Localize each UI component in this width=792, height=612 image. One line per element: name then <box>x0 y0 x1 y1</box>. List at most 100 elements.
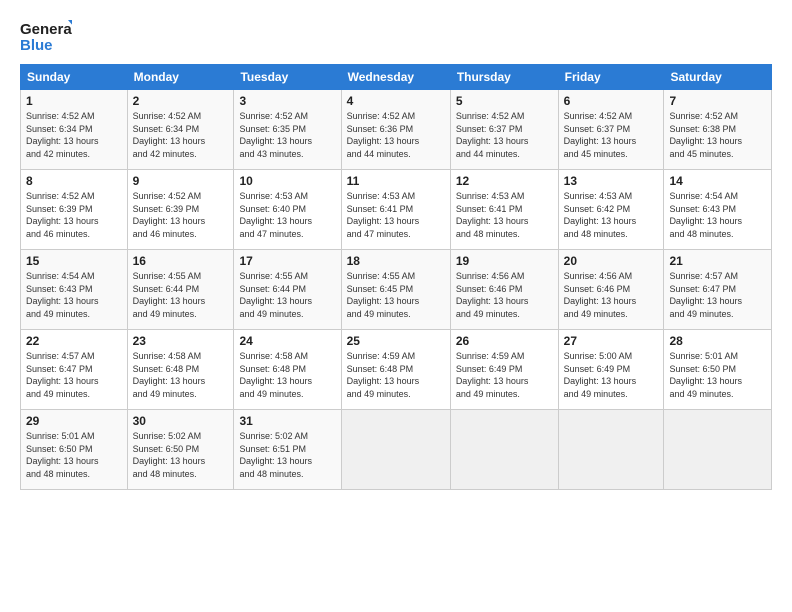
day-detail: Sunrise: 4:56 AM Sunset: 6:46 PM Dayligh… <box>564 270 659 320</box>
day-number: 1 <box>26 94 122 108</box>
day-number: 12 <box>456 174 553 188</box>
day-number: 25 <box>347 334 445 348</box>
day-detail: Sunrise: 4:57 AM Sunset: 6:47 PM Dayligh… <box>26 350 122 400</box>
calendar-cell: 30Sunrise: 5:02 AM Sunset: 6:50 PM Dayli… <box>127 410 234 490</box>
calendar-cell: 5 Sunrise: 4:52 AM Sunset: 6:37 PM Daylig… <box>450 90 558 170</box>
calendar-cell: 31 Sunrise: 5:02 AM Sunset: 6:51 PM Dayli… <box>234 410 341 490</box>
calendar-cell: 9 Sunrise: 4:52 AM Sunset: 6:39 PM Daylig… <box>127 170 234 250</box>
logo-svg: General Blue <box>20 16 72 56</box>
day-number: 14 <box>669 174 766 188</box>
day-detail: Sunrise: 4:53 AM Sunset: 6:41 PM Dayligh… <box>347 190 445 240</box>
calendar-cell: 8Sunrise: 4:52 AM Sunset: 6:39 PM Daylig… <box>21 170 128 250</box>
day-detail: Sunrise: 4:52 AM Sunset: 6:35 PM Dayligh… <box>239 110 335 160</box>
calendar-cell: 24Sunrise: 4:58 AM Sunset: 6:48 PM Dayli… <box>234 330 341 410</box>
calendar-cell: 12 Sunrise: 4:53 AM Sunset: 6:41 PM Dayli… <box>450 170 558 250</box>
day-number: 19 <box>456 254 553 268</box>
calendar-cell: 22 Sunrise: 4:57 AM Sunset: 6:47 PM Dayli… <box>21 330 128 410</box>
day-number: 27 <box>564 334 659 348</box>
day-detail: Sunrise: 5:02 AM Sunset: 6:50 PM Dayligh… <box>133 430 229 480</box>
calendar-cell: 26 Sunrise: 4:59 AM Sunset: 6:49 PM Dayli… <box>450 330 558 410</box>
day-number: 3 <box>239 94 335 108</box>
day-detail: Sunrise: 4:55 AM Sunset: 6:44 PM Dayligh… <box>239 270 335 320</box>
logo: General Blue <box>20 16 72 56</box>
day-number: 16 <box>133 254 229 268</box>
day-detail: Sunrise: 5:01 AM Sunset: 6:50 PM Dayligh… <box>26 430 122 480</box>
svg-text:Blue: Blue <box>20 37 53 54</box>
day-number: 9 <box>133 174 229 188</box>
calendar-cell: 27 Sunrise: 5:00 AM Sunset: 6:49 PM Dayli… <box>558 330 664 410</box>
day-detail: Sunrise: 4:52 AM Sunset: 6:38 PM Dayligh… <box>669 110 766 160</box>
day-detail: Sunrise: 4:52 AM Sunset: 6:34 PM Dayligh… <box>133 110 229 160</box>
day-number: 28 <box>669 334 766 348</box>
day-detail: Sunrise: 5:02 AM Sunset: 6:51 PM Dayligh… <box>239 430 335 480</box>
day-detail: Sunrise: 5:00 AM Sunset: 6:49 PM Dayligh… <box>564 350 659 400</box>
day-detail: Sunrise: 4:59 AM Sunset: 6:48 PM Dayligh… <box>347 350 445 400</box>
calendar-cell <box>558 410 664 490</box>
svg-text:General: General <box>20 21 72 38</box>
day-detail: Sunrise: 4:52 AM Sunset: 6:37 PM Dayligh… <box>564 110 659 160</box>
day-detail: Sunrise: 4:55 AM Sunset: 6:45 PM Dayligh… <box>347 270 445 320</box>
day-number: 23 <box>133 334 229 348</box>
calendar-cell <box>450 410 558 490</box>
day-detail: Sunrise: 4:52 AM Sunset: 6:37 PM Dayligh… <box>456 110 553 160</box>
day-detail: Sunrise: 4:55 AM Sunset: 6:44 PM Dayligh… <box>133 270 229 320</box>
calendar-cell: 18 Sunrise: 4:55 AM Sunset: 6:45 PM Dayli… <box>341 250 450 330</box>
day-number: 10 <box>239 174 335 188</box>
day-detail: Sunrise: 4:57 AM Sunset: 6:47 PM Dayligh… <box>669 270 766 320</box>
calendar-cell: 7 Sunrise: 4:52 AM Sunset: 6:38 PM Daylig… <box>664 90 772 170</box>
weekday-saturday: Saturday <box>664 65 772 90</box>
day-number: 18 <box>347 254 445 268</box>
calendar-cell: 4Sunrise: 4:52 AM Sunset: 6:36 PM Daylig… <box>341 90 450 170</box>
calendar-cell: 6Sunrise: 4:52 AM Sunset: 6:37 PM Daylig… <box>558 90 664 170</box>
day-number: 5 <box>456 94 553 108</box>
day-detail: Sunrise: 4:53 AM Sunset: 6:40 PM Dayligh… <box>239 190 335 240</box>
day-number: 2 <box>133 94 229 108</box>
page-header: General Blue <box>20 16 772 56</box>
weekday-thursday: Thursday <box>450 65 558 90</box>
calendar-cell: 10 Sunrise: 4:53 AM Sunset: 6:40 PM Dayli… <box>234 170 341 250</box>
day-number: 7 <box>669 94 766 108</box>
day-number: 15 <box>26 254 122 268</box>
calendar-cell: 13 Sunrise: 4:53 AM Sunset: 6:42 PM Dayli… <box>558 170 664 250</box>
day-detail: Sunrise: 4:59 AM Sunset: 6:49 PM Dayligh… <box>456 350 553 400</box>
day-number: 26 <box>456 334 553 348</box>
calendar-week-5: 29 Sunrise: 5:01 AM Sunset: 6:50 PM Dayli… <box>21 410 772 490</box>
day-detail: Sunrise: 5:01 AM Sunset: 6:50 PM Dayligh… <box>669 350 766 400</box>
calendar-cell: 20 Sunrise: 4:56 AM Sunset: 6:46 PM Dayli… <box>558 250 664 330</box>
weekday-tuesday: Tuesday <box>234 65 341 90</box>
calendar-cell: 14 Sunrise: 4:54 AM Sunset: 6:43 PM Dayli… <box>664 170 772 250</box>
day-detail: Sunrise: 4:52 AM Sunset: 6:36 PM Dayligh… <box>347 110 445 160</box>
day-detail: Sunrise: 4:58 AM Sunset: 6:48 PM Dayligh… <box>133 350 229 400</box>
calendar-week-4: 22 Sunrise: 4:57 AM Sunset: 6:47 PM Dayli… <box>21 330 772 410</box>
day-detail: Sunrise: 4:54 AM Sunset: 6:43 PM Dayligh… <box>669 190 766 240</box>
calendar-cell: 25 Sunrise: 4:59 AM Sunset: 6:48 PM Dayli… <box>341 330 450 410</box>
day-number: 22 <box>26 334 122 348</box>
weekday-header-row: SundayMondayTuesdayWednesdayThursdayFrid… <box>21 65 772 90</box>
day-number: 13 <box>564 174 659 188</box>
day-detail: Sunrise: 4:54 AM Sunset: 6:43 PM Dayligh… <box>26 270 122 320</box>
day-detail: Sunrise: 4:53 AM Sunset: 6:41 PM Dayligh… <box>456 190 553 240</box>
day-detail: Sunrise: 4:52 AM Sunset: 6:34 PM Dayligh… <box>26 110 122 160</box>
day-number: 17 <box>239 254 335 268</box>
calendar-cell: 16 Sunrise: 4:55 AM Sunset: 6:44 PM Dayli… <box>127 250 234 330</box>
calendar-week-3: 15 Sunrise: 4:54 AM Sunset: 6:43 PM Dayli… <box>21 250 772 330</box>
calendar-cell: 2 Sunrise: 4:52 AM Sunset: 6:34 PM Daylig… <box>127 90 234 170</box>
weekday-wednesday: Wednesday <box>341 65 450 90</box>
calendar-cell: 11 Sunrise: 4:53 AM Sunset: 6:41 PM Dayli… <box>341 170 450 250</box>
calendar-cell: 15 Sunrise: 4:54 AM Sunset: 6:43 PM Dayli… <box>21 250 128 330</box>
calendar-cell: 1 Sunrise: 4:52 AM Sunset: 6:34 PM Daylig… <box>21 90 128 170</box>
day-number: 11 <box>347 174 445 188</box>
day-number: 31 <box>239 414 335 428</box>
calendar-cell <box>664 410 772 490</box>
day-detail: Sunrise: 4:53 AM Sunset: 6:42 PM Dayligh… <box>564 190 659 240</box>
day-detail: Sunrise: 4:56 AM Sunset: 6:46 PM Dayligh… <box>456 270 553 320</box>
day-number: 20 <box>564 254 659 268</box>
day-detail: Sunrise: 4:52 AM Sunset: 6:39 PM Dayligh… <box>133 190 229 240</box>
calendar-cell: 19 Sunrise: 4:56 AM Sunset: 6:46 PM Dayli… <box>450 250 558 330</box>
day-number: 29 <box>26 414 122 428</box>
weekday-monday: Monday <box>127 65 234 90</box>
calendar-week-1: 1 Sunrise: 4:52 AM Sunset: 6:34 PM Daylig… <box>21 90 772 170</box>
calendar-cell: 3 Sunrise: 4:52 AM Sunset: 6:35 PM Daylig… <box>234 90 341 170</box>
calendar-body: 1 Sunrise: 4:52 AM Sunset: 6:34 PM Daylig… <box>21 90 772 490</box>
day-detail: Sunrise: 4:58 AM Sunset: 6:48 PM Dayligh… <box>239 350 335 400</box>
